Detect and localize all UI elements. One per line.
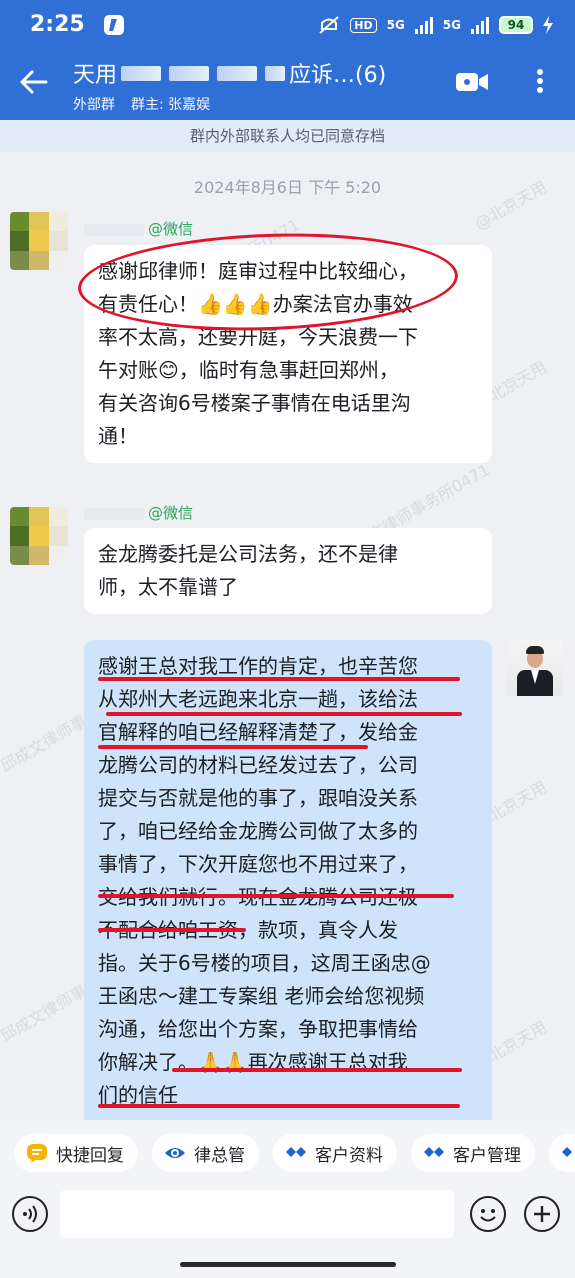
hd-label: HD <box>350 17 377 33</box>
avatar[interactable] <box>507 640 563 696</box>
voice-input-button[interactable] <box>12 1196 48 1232</box>
voice-icon <box>23 1205 37 1223</box>
redacted-block <box>217 65 258 81</box>
client-management-button[interactable]: 客户管理 <box>411 1134 535 1172</box>
charging-icon <box>543 16 553 34</box>
avatar[interactable] <box>10 212 68 270</box>
red-underline-annotation <box>98 928 246 932</box>
more-actions-chip[interactable] <box>549 1134 575 1172</box>
group-owner-label: 群主: 张嘉娱 <box>131 97 211 113</box>
chat-title-block[interactable]: 天用 应诉…(6) 外部群 群主: 张嘉娱 <box>73 58 443 114</box>
status-bar: 2:25 HD 5G 5G 94 <box>0 0 575 54</box>
red-underline-annotation <box>98 745 368 749</box>
diamond-logo-icon <box>286 1147 306 1157</box>
app-notification-icon <box>104 15 124 35</box>
chat-header: 天用 应诉…(6) 外部群 群主: 张嘉娱 <box>0 54 575 120</box>
more-options-icon[interactable] <box>530 66 550 100</box>
chip-label: 律总管 <box>194 1145 245 1166</box>
smiley-icon <box>480 1209 496 1222</box>
chip-label: 快捷回复 <box>56 1145 124 1166</box>
network-label-2: 5G <box>442 18 461 32</box>
red-underline-annotation <box>98 1104 460 1108</box>
message-line: 有关咨询6号楼案子事情在电话里沟 <box>98 391 411 415</box>
chat-area[interactable]: 2024年8月6日 下午 5:20 邱成文律师事务所0471 @北京天用 邱成文… <box>0 152 575 1120</box>
quick-reply-icon <box>27 1144 47 1163</box>
message-line: 王函忠～建工专案组 老师会给您视频 <box>98 984 425 1008</box>
video-call-icon[interactable] <box>455 70 489 94</box>
red-underline-annotation <box>98 894 454 898</box>
message-line: 你解决了。🙏🙏再次感谢王总对我 <box>98 1050 408 1074</box>
message-line: 了，咱已经给金龙腾公司做了太多的 <box>98 819 418 843</box>
message-line: 交给我们就行。现在金龙腾公司还极 <box>98 881 478 914</box>
message-bubble[interactable]: 金龙腾委托是公司法务，还不是律 师，太不靠谱了 <box>84 528 492 614</box>
message-line: 通！ <box>98 424 138 448</box>
mute-icon <box>319 16 339 34</box>
sender-name: @微信 <box>84 502 193 523</box>
message-line: 沟通，给您出个方案，争取把事情给 <box>98 1017 418 1041</box>
diamond-logo-icon <box>424 1147 444 1157</box>
lvzongguan-button[interactable]: 律总管 <box>152 1134 259 1172</box>
chat-subtitle: 外部群 群主: 张嘉娱 <box>73 94 443 114</box>
avatar[interactable] <box>10 507 68 565</box>
sender-wechat-tag: @微信 <box>148 220 194 238</box>
group-type-label: 外部群 <box>73 97 115 113</box>
message-line: 感谢邱律师！庭审过程中比较细心， <box>98 259 418 283</box>
red-underline-annotation <box>172 1068 462 1072</box>
status-right: HD 5G 5G 94 <box>318 15 553 35</box>
client-profile-button[interactable]: 客户资料 <box>273 1134 397 1172</box>
message-line: 指。关于6号楼的项目，这周王函忠@ <box>98 951 431 975</box>
redacted-block <box>169 65 210 81</box>
message-line: 午对账😊，临时有急事赶回郑州， <box>98 358 399 382</box>
eye-icon <box>165 1148 185 1158</box>
emoji-button[interactable] <box>470 1196 506 1232</box>
back-arrow-icon[interactable] <box>18 66 50 98</box>
home-indicator <box>0 1248 575 1278</box>
sender-wechat-tag: @微信 <box>148 504 194 522</box>
red-underline-annotation <box>98 677 460 681</box>
title-suffix: 应诉…(6) <box>289 63 387 88</box>
message-timestamp: 2024年8月6日 下午 5:20 <box>193 178 382 197</box>
message-line: 率不太高，还要开庭，今天浪费一下 <box>98 325 418 349</box>
message-input[interactable] <box>60 1190 454 1238</box>
sender-name: @微信 <box>84 218 193 239</box>
plus-icon <box>534 1206 550 1222</box>
network-label-1: 5G <box>386 18 405 32</box>
chip-label: 客户管理 <box>453 1145 521 1166</box>
signal-icon-2 <box>471 16 489 34</box>
message-line: 金龙腾委托是公司法务，还不是律 <box>98 542 398 566</box>
chip-label: 客户资料 <box>315 1145 383 1166</box>
message-bubble[interactable]: 感谢邱律师！庭审过程中比较细心， 有责任心！👍👍👍办案法官办事效 率不太高，还要… <box>84 245 492 463</box>
message-line: 师，太不靠谱了 <box>98 575 238 599</box>
chat-title: 天用 应诉…(6) <box>73 58 443 88</box>
message-line: 提交与否就是他的事了，跟咱没关系 <box>98 786 418 810</box>
red-underline-annotation <box>106 712 462 716</box>
redacted-block <box>121 65 162 81</box>
add-attachment-button[interactable] <box>524 1196 560 1232</box>
status-time: 2:25 <box>30 12 85 37</box>
top-bar: 2:25 HD 5G 5G 94 天用 应诉…(6) 外部群 群主: 张嘉娱 <box>0 0 575 120</box>
title-prefix: 天用 <box>73 63 118 88</box>
redacted-block <box>265 65 286 81</box>
input-bar <box>0 1186 575 1248</box>
message-line: 龙腾公司的材料已经发过去了，公司 <box>98 753 418 777</box>
quick-actions-bar: 快捷回复 律总管 客户资料 客户管理 <box>0 1120 575 1186</box>
diamond-logo-icon <box>562 1147 572 1157</box>
message-line: 有责任心！👍👍👍办案法官办事效 <box>98 292 413 316</box>
signal-icon-1 <box>414 16 433 34</box>
message-line: 事情了，下次开庭您也不用过来了， <box>98 852 418 876</box>
battery-icon: 94 <box>499 16 533 34</box>
archive-notice: 群内外部联系人均已同意存档 <box>0 120 575 152</box>
quick-reply-button[interactable]: 快捷回复 <box>14 1134 138 1172</box>
